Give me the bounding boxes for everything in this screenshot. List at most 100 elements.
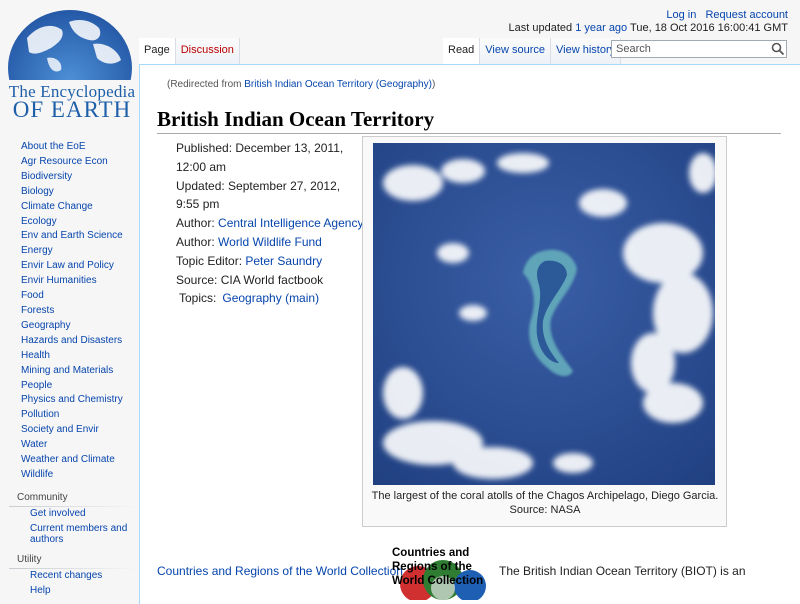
sidebar-item-help[interactable]: Help bbox=[0, 585, 139, 597]
editor-row: Topic Editor: Peter Saundry bbox=[176, 252, 366, 271]
topics-row: Topics: Geography (main) bbox=[179, 291, 319, 305]
published-date: Published: December 13, 2011, 12:00 am bbox=[176, 141, 344, 174]
sidebar-link[interactable]: Water bbox=[21, 439, 47, 450]
last-updated-link[interactable]: 1 year ago bbox=[575, 22, 627, 34]
sidebar-item-people[interactable]: People bbox=[0, 379, 139, 394]
page-title: British Indian Ocean Territory bbox=[157, 107, 781, 134]
sidebar-item-wildlife[interactable]: Wildlife bbox=[0, 468, 139, 483]
sidebar-item-about-the-eoe[interactable]: About the EoE bbox=[0, 140, 139, 155]
sidebar-item-recent-changes[interactable]: Recent changes bbox=[0, 570, 139, 582]
sidebar-item-env-and-earth-science[interactable]: Env and Earth Science bbox=[0, 229, 139, 244]
view-tabs: Read View source View history bbox=[443, 38, 622, 64]
sidebar-item-water[interactable]: Water bbox=[0, 438, 139, 453]
tab-read-label[interactable]: Read bbox=[448, 44, 474, 56]
sidebar-item-energy[interactable]: Energy bbox=[0, 244, 139, 259]
search-input[interactable]: Search bbox=[611, 40, 787, 58]
topics-label: Topics: bbox=[179, 291, 217, 305]
sidebar-link[interactable]: Energy bbox=[21, 245, 53, 256]
sidebar-item-society-and-envir[interactable]: Society and Envir bbox=[0, 423, 139, 438]
sidebar-item-weather-and-climate[interactable]: Weather and Climate bbox=[0, 453, 139, 468]
author-label: Author: bbox=[176, 234, 219, 249]
sidebar-item-get-involved[interactable]: Get involved bbox=[0, 508, 139, 520]
sidebar-item-current-members-and-authors[interactable]: Current members and authors bbox=[0, 523, 139, 546]
author-label: Author: bbox=[176, 216, 219, 231]
sidebar-item-pollution[interactable]: Pollution bbox=[0, 408, 139, 423]
sidebar-item-agr-resource-econ[interactable]: Agr Resource Econ bbox=[0, 155, 139, 170]
sidebar-link[interactable]: Recent changes bbox=[30, 570, 102, 581]
tab-view-source[interactable]: View source bbox=[480, 38, 552, 64]
editor-link[interactable]: Peter Saundry bbox=[245, 254, 322, 268]
sidebar-item-envir-law-and-policy[interactable]: Envir Law and Policy bbox=[0, 259, 139, 274]
sidebar-link[interactable]: Food bbox=[21, 290, 44, 301]
sidebar-item-mining-and-materials[interactable]: Mining and Materials bbox=[0, 364, 139, 379]
sidebar-link[interactable]: Current members and authors bbox=[30, 523, 127, 546]
tab-page-label[interactable]: Page bbox=[144, 44, 170, 56]
last-updated: Last updated 1 year ago Tue, 18 Oct 2016… bbox=[509, 22, 788, 35]
community-heading: Community bbox=[0, 491, 139, 507]
sidebar-link[interactable]: Biodiversity bbox=[21, 171, 72, 182]
sidebar-item-hazards-and-disasters[interactable]: Hazards and Disasters bbox=[0, 334, 139, 349]
sidebar-link[interactable]: Climate Change bbox=[21, 201, 93, 212]
author-link-wwf[interactable]: World Wildlife Fund bbox=[218, 235, 322, 249]
sidebar-link[interactable]: Help bbox=[30, 585, 51, 596]
sidebar-link[interactable]: Wildlife bbox=[21, 469, 53, 480]
sidebar-link[interactable]: Forests bbox=[21, 305, 54, 316]
sidebar: About the EoE Agr Resource Econ Biodiversi… bbox=[0, 140, 139, 596]
tab-page[interactable]: Page bbox=[139, 38, 176, 64]
sidebar-link[interactable]: Physics and Chemistry bbox=[21, 394, 123, 405]
diego-garcia-satellite-image[interactable] bbox=[373, 143, 715, 485]
sidebar-link[interactable]: Geography bbox=[21, 320, 70, 331]
sidebar-link[interactable]: Envir Humanities bbox=[21, 275, 97, 286]
article-metadata: Published: December 13, 2011, 12:00 am U… bbox=[176, 139, 366, 289]
author-row-1: Author: Central Intelligence Agency bbox=[176, 214, 366, 233]
collection-link[interactable]: Countries and Regions of the World Colle… bbox=[157, 564, 403, 578]
author-row-2: Author: World Wildlife Fund bbox=[176, 233, 366, 252]
login-link[interactable]: Log in bbox=[666, 9, 696, 21]
sidebar-link[interactable]: Agr Resource Econ bbox=[21, 156, 108, 167]
search-icon[interactable] bbox=[771, 42, 785, 56]
sidebar-link[interactable]: Envir Law and Policy bbox=[21, 260, 114, 271]
redirect-prefix: (Redirected from bbox=[167, 79, 245, 90]
redirect-link[interactable]: British Indian Ocean Territory (Geograph… bbox=[244, 79, 432, 90]
sidebar-item-ecology[interactable]: Ecology bbox=[0, 215, 139, 230]
sidebar-item-biology[interactable]: Biology bbox=[0, 185, 139, 200]
sidebar-item-forests[interactable]: Forests bbox=[0, 304, 139, 319]
tab-view-source-label[interactable]: View source bbox=[485, 44, 545, 56]
topics-link[interactable]: Geography (main) bbox=[222, 291, 319, 305]
sidebar-link[interactable]: About the EoE bbox=[21, 141, 86, 152]
sidebar-link[interactable]: Hazards and Disasters bbox=[21, 335, 122, 346]
image-caption: The largest of the coral atolls of the C… bbox=[371, 490, 719, 516]
sidebar-link[interactable]: Get involved bbox=[30, 508, 86, 519]
sidebar-link[interactable]: Ecology bbox=[21, 216, 57, 227]
utility-list: Recent changes Help bbox=[0, 570, 139, 596]
sidebar-link[interactable]: Env and Earth Science bbox=[21, 230, 123, 241]
image-thumbnail: The largest of the coral atolls of the C… bbox=[362, 136, 727, 527]
tab-discussion[interactable]: Discussion bbox=[175, 38, 240, 64]
utility-heading: Utility bbox=[0, 553, 139, 569]
sidebar-link[interactable]: People bbox=[21, 380, 52, 391]
sidebar-item-food[interactable]: Food bbox=[0, 289, 139, 304]
sidebar-item-physics-and-chemistry[interactable]: Physics and Chemistry bbox=[0, 393, 139, 408]
sidebar-item-biodiversity[interactable]: Biodiversity bbox=[0, 170, 139, 185]
intro-text: The British Indian Ocean Territory (BIOT… bbox=[499, 564, 746, 578]
sidebar-link[interactable]: Biology bbox=[21, 186, 54, 197]
tab-discussion-label[interactable]: Discussion bbox=[181, 44, 234, 56]
sidebar-link[interactable]: Health bbox=[21, 350, 50, 361]
tab-view-history-label[interactable]: View history bbox=[556, 44, 615, 56]
sidebar-link[interactable]: Weather and Climate bbox=[21, 454, 115, 465]
site-logo[interactable]: The Encyclopedia OF EARTH bbox=[5, 8, 135, 122]
utility-portal: Utility Recent changes Help bbox=[0, 553, 139, 599]
sidebar-link[interactable]: Mining and Materials bbox=[21, 365, 113, 376]
updated-date: Updated: September 27, 2012, 9:55 pm bbox=[176, 178, 341, 212]
sidebar-item-climate-change[interactable]: Climate Change bbox=[0, 200, 139, 215]
tab-read[interactable]: Read bbox=[443, 38, 481, 64]
sidebar-item-geography[interactable]: Geography bbox=[0, 319, 139, 334]
sidebar-item-envir-humanities[interactable]: Envir Humanities bbox=[0, 274, 139, 289]
collection-badge[interactable]: Countries and Regions of the World Colle… bbox=[388, 544, 498, 600]
sidebar-link[interactable]: Pollution bbox=[21, 409, 59, 420]
sidebar-link[interactable]: Society and Envir bbox=[21, 424, 99, 435]
author-link-cia[interactable]: Central Intelligence Agency bbox=[218, 216, 363, 230]
request-account-link[interactable]: Request account bbox=[705, 9, 788, 21]
editor-label: Topic Editor: bbox=[176, 253, 246, 268]
sidebar-item-health[interactable]: Health bbox=[0, 349, 139, 364]
